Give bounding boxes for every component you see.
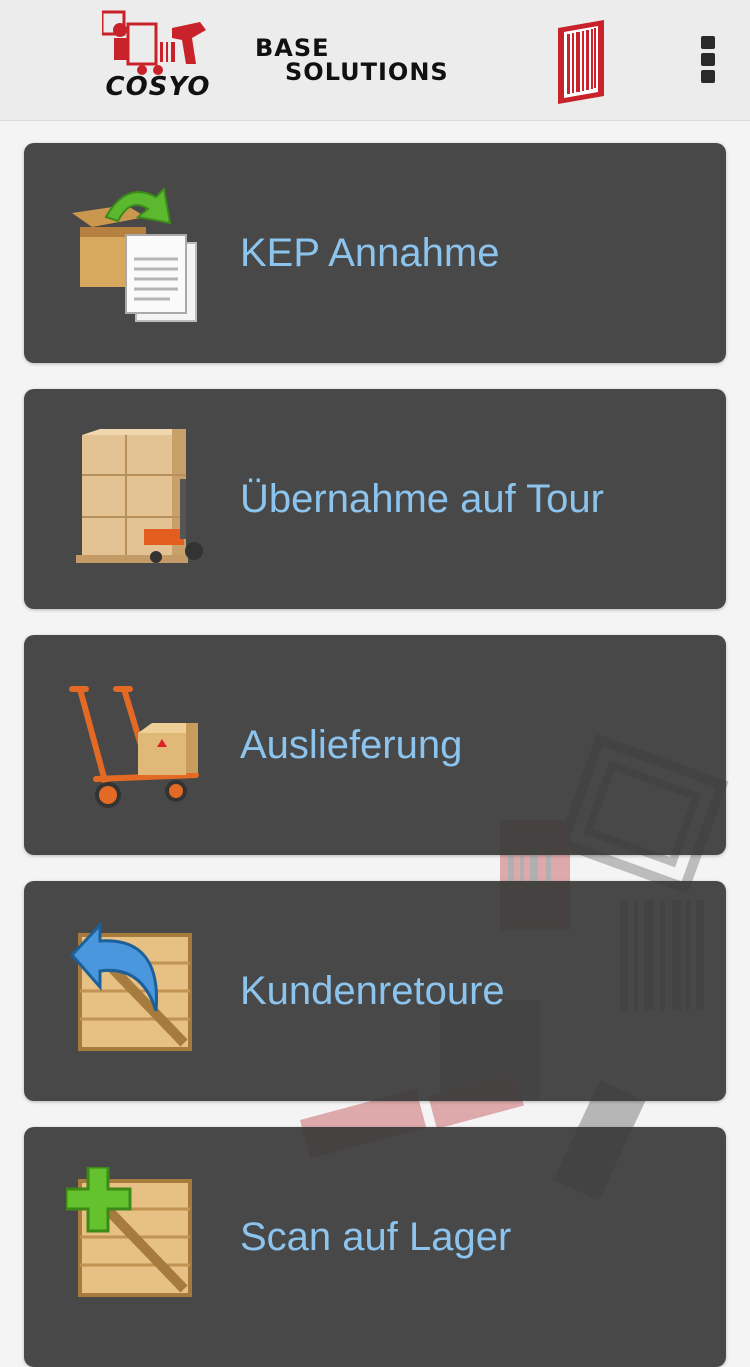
menu-dot: [701, 36, 715, 49]
tile-kundenretoure[interactable]: Kundenretoure: [24, 881, 726, 1101]
crate-return-icon: [69, 921, 192, 1051]
base-logo-line2: SOLUTIONS: [285, 58, 449, 86]
hand-truck-icon: [69, 686, 199, 808]
cosyo-logo: COSYO: [100, 8, 214, 102]
base-solutions-logo: BASE SOLUTIONS: [255, 36, 505, 84]
tile-label: KEP Annahme: [240, 231, 500, 275]
tile-label: Kundenretoure: [240, 969, 505, 1013]
overflow-menu-button[interactable]: [690, 32, 726, 92]
tile-label: Auslieferung: [240, 723, 463, 767]
cosyo-logo-text: COSYO: [105, 72, 211, 102]
tile-auslieferung[interactable]: Auslieferung: [24, 635, 726, 855]
app-header: COSYO BASE SOLUTIONS: [0, 0, 750, 121]
base-logo-line1: BASE: [255, 34, 330, 62]
tile-kep-annahme[interactable]: KEP Annahme: [24, 143, 726, 363]
tile-uebernahme-auf-tour[interactable]: Übernahme auf Tour: [24, 389, 726, 609]
tile-scan-auf-lager[interactable]: Scan auf Lager: [24, 1127, 726, 1367]
barcode-icon: [558, 20, 604, 104]
menu-dot: [701, 53, 715, 66]
tile-label: Scan auf Lager: [240, 1215, 512, 1259]
menu-dot: [701, 70, 715, 83]
tile-label: Übernahme auf Tour: [240, 477, 604, 521]
box-document-icon: [72, 186, 197, 322]
crate-add-icon: [66, 1167, 192, 1297]
pallet-truck-icon: [76, 429, 203, 563]
